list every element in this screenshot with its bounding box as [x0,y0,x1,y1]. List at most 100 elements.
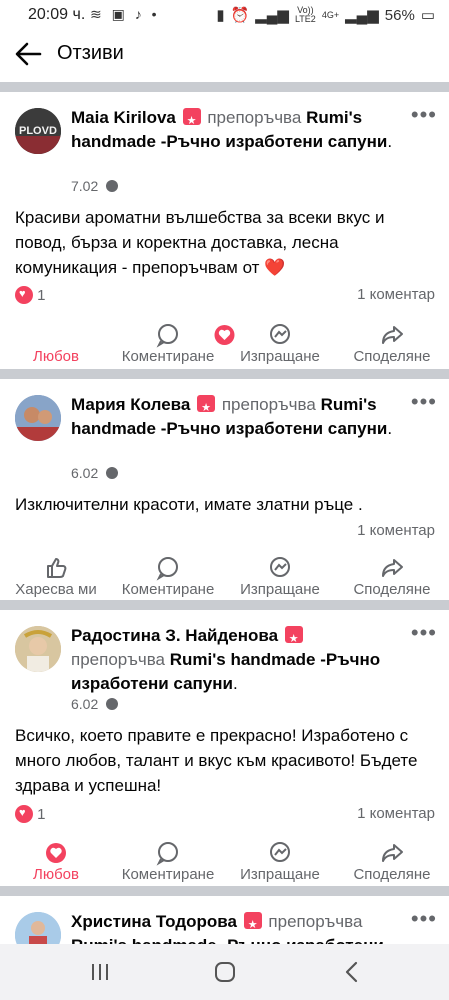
back-nav-icon[interactable] [342,961,362,983]
public-globe-icon [106,467,119,479]
recommend-badge-icon [284,626,303,651]
recommends-label: препоръчва [207,108,302,127]
recommends-label: препоръчва [268,912,363,931]
home-icon[interactable] [213,960,237,984]
svg-text:PLOVD: PLOVD [19,125,57,137]
comment-count[interactable]: 1 коментар [357,286,435,303]
public-globe-icon [106,180,119,192]
network-gen: 4G+ [321,9,340,20]
signal-icon: ▂▄▆ [255,7,289,24]
section-divider [0,886,449,896]
share-icon [382,844,403,862]
more-options-icon[interactable]: ••• [411,620,437,646]
comment-icon [156,324,178,348]
review-post: Радостина З. Найденова препоръчва Rumi's… [0,610,449,886]
send-button[interactable]: Изпращане [224,551,336,598]
post-meta: 6.02 [71,465,119,481]
reaction-count: 1 [37,806,46,823]
post-headline: Мария Колева препоръчва Rumi's handmade … [71,393,403,441]
share-icon [382,559,403,577]
post-headline: Maia Kirilova препоръчва Rumi's handmade… [71,106,403,154]
page-name[interactable]: Rumi's handmade -Ръчно изработени [71,936,384,944]
recommend-badge-icon [182,108,201,133]
comment-button[interactable]: Коментиране [112,836,224,883]
recommends-label: препоръчва [221,395,316,414]
post-date[interactable]: 6.02 [71,696,98,712]
battery-saver-icon: ▮ [216,7,225,24]
send-button[interactable]: Изпращане [224,836,336,883]
like-button[interactable]: Харесва ми [0,551,112,598]
messenger-icon [270,842,290,862]
more-options-icon[interactable]: ••• [411,906,437,932]
public-globe-icon [106,698,119,710]
author-name[interactable]: Maia Kirilova [71,108,176,127]
avatar[interactable]: PLOVD [15,108,61,154]
battery-level: 56% [384,6,415,24]
avatar[interactable] [15,626,61,672]
review-post: Христина Тодорова препоръчва Rumi's hand… [0,896,449,944]
author-name[interactable]: Мария Колева [71,395,190,414]
section-divider [0,369,449,379]
status-bar: 20:09 ч. ≋ ▣ ♪ • ▮ ⏰ ▂▄▆ Vo)) LTE2 4G+ ▂▄… [0,0,449,30]
battery-icon: ▭ [420,7,435,24]
love-reaction-icon [15,805,33,823]
comment-count[interactable]: 1 коментар [357,522,435,539]
post-headline: Христина Тодорова препоръчва Rumi's hand… [71,910,403,944]
send-button[interactable]: Изпращане [224,318,336,365]
comment-button[interactable]: Коментиране [112,318,224,365]
share-icon [382,326,403,344]
back-arrow-icon[interactable] [14,40,42,68]
post-date[interactable]: 6.02 [71,465,98,481]
comment-button[interactable]: Коментиране [112,551,224,598]
headline-period: . [232,674,238,693]
post-headline: Радостина З. Найденова препоръчва Rumi's… [71,624,403,696]
headline-period: . [387,419,393,438]
post-meta: 6.02 [71,696,119,712]
page-title: Отзиви [57,42,124,64]
section-divider [0,600,449,610]
post-text: Красиви ароматни вълшебства за всеки вку… [15,208,385,277]
app-header: Отзиви [0,30,449,78]
system-nav-bar [0,944,449,1000]
post-text: Изключителни красоти, имате златни ръце … [15,495,363,514]
recent-apps-icon[interactable] [88,962,112,982]
notification-icons: ≋ ▣ ♪ • [90,6,160,22]
comment-icon [156,557,178,581]
post-date[interactable]: 7.02 [71,178,98,194]
headline-period: . [387,132,393,151]
avatar[interactable] [15,395,61,441]
action-bar: Любов Коментиране Изпращане Споделяне [0,836,449,886]
reaction-count: 1 [37,287,46,304]
thumbs-up-icon [47,558,67,578]
action-bar: Любов Коментиране Изпращане Споделяне [0,318,449,368]
more-options-icon[interactable]: ••• [411,102,437,128]
avatar[interactable] [15,912,61,944]
action-bar: Харесва ми Коментиране Изпращане Споделя… [0,551,449,601]
section-divider [0,82,449,92]
share-button[interactable]: Споделяне [336,836,448,883]
status-right: ▮ ⏰ ▂▄▆ Vo)) LTE2 4G+ ▂▄▆ 56% ▭ [216,6,435,25]
love-reaction-icon [15,286,33,304]
alarm-icon: ⏰ [230,7,250,24]
recommends-label: препоръчва [71,650,166,669]
reactions-summary[interactable]: 1 1 коментар [15,805,435,825]
author-name[interactable]: Радостина З. Найденова [71,626,278,645]
share-button[interactable]: Споделяне [336,318,448,365]
comment-count[interactable]: 1 коментар [357,805,435,822]
post-text: Всичко, което правите е прекрасно! Израб… [15,726,418,795]
love-button[interactable]: Любов [0,318,235,365]
review-post: PLOVD Maia Kirilova препоръчва Rumi's ha… [0,92,449,370]
signal-icon-2: ▂▄▆ [345,7,379,24]
comment-icon [156,842,178,866]
review-post: Мария Колева препоръчва Rumi's handmade … [0,379,449,600]
love-button[interactable]: Любов [0,836,112,883]
recommend-badge-icon [197,395,216,420]
share-button[interactable]: Споделяне [336,551,448,598]
reactions-summary[interactable]: 1 1 коментар [15,286,435,306]
more-options-icon[interactable]: ••• [411,389,437,415]
status-time: 20:09 ч. [28,6,86,23]
author-name[interactable]: Христина Тодорова [71,912,237,931]
messenger-icon [270,324,290,344]
reactions-summary[interactable]: 1 коментар [15,522,435,542]
post-meta: 7.02 [71,178,119,194]
